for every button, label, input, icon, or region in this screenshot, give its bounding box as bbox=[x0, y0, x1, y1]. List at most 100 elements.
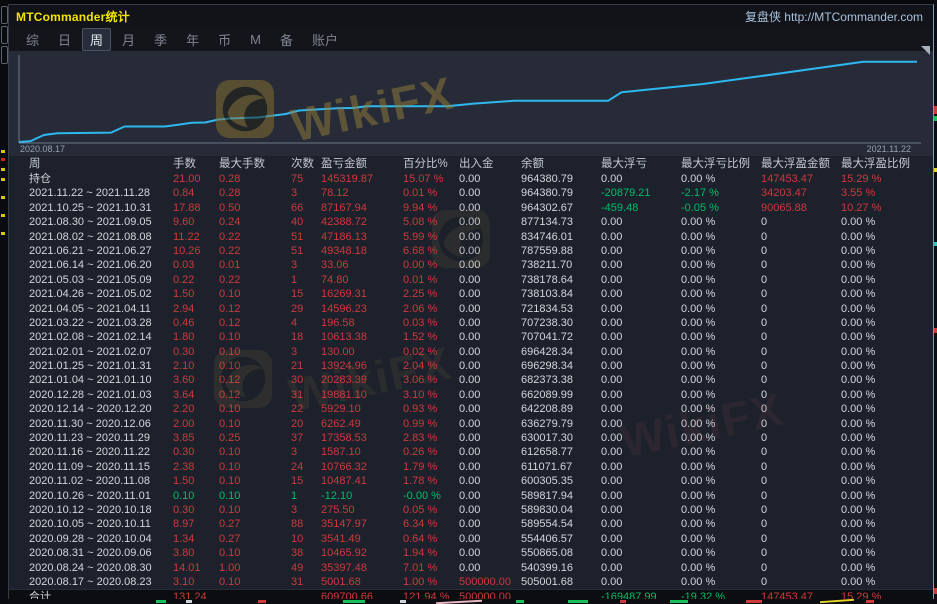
column-header-deposit-withdrawal[interactable]: 出入金 bbox=[459, 156, 521, 172]
tab-2[interactable]: 周 bbox=[82, 28, 111, 51]
cell-percent: 0.93 % bbox=[403, 402, 459, 416]
tab-5[interactable]: 年 bbox=[178, 28, 207, 51]
cell-percent: 0.26 % bbox=[403, 445, 459, 459]
tab-1[interactable]: 日 bbox=[50, 28, 79, 51]
table-row[interactable]: 2021.01.04 ~ 2021.01.103.600.123020283.3… bbox=[9, 373, 933, 387]
cell-max-float-loss: 0.00 bbox=[601, 258, 681, 272]
cell-deposit-withdrawal: 0.00 bbox=[459, 474, 521, 488]
table-row[interactable]: 2020.10.05 ~ 2020.10.118.970.278835147.9… bbox=[9, 517, 933, 531]
cell-percent: 6.34 % bbox=[403, 517, 459, 531]
column-header-max-float-loss[interactable]: 最大浮亏 bbox=[601, 156, 681, 172]
column-header-max-float-profit-pct[interactable]: 最大浮盈比例 bbox=[841, 156, 933, 172]
cell-max-float-profit: 0 bbox=[761, 417, 841, 431]
cell-max-lots: 0.10 bbox=[219, 460, 291, 474]
tab-6[interactable]: 币 bbox=[210, 28, 239, 51]
table-row[interactable]: 2021.05.03 ~ 2021.05.090.220.22174.800.0… bbox=[9, 273, 933, 287]
cell-lots: 2.38 bbox=[173, 460, 219, 474]
table-row[interactable]: 2021.08.30 ~ 2021.09.059.600.244042388.7… bbox=[9, 215, 933, 229]
cell-count: 20 bbox=[291, 417, 321, 431]
table-row[interactable]: 2021.04.05 ~ 2021.04.112.940.122914596.2… bbox=[9, 302, 933, 316]
column-header-lots[interactable]: 手数 bbox=[173, 156, 219, 172]
cell-lots: 17.88 bbox=[173, 201, 219, 215]
cell-max-float-loss-pct: 0.00 % bbox=[681, 503, 761, 517]
cell-max-float-profit: 0 bbox=[761, 273, 841, 287]
table-row[interactable]: 2020.12.14 ~ 2020.12.202.200.10225929.10… bbox=[9, 402, 933, 416]
tab-8[interactable]: 备 bbox=[272, 28, 301, 51]
table-row[interactable]: 2020.11.02 ~ 2020.11.081.500.101510487.4… bbox=[9, 474, 933, 488]
cell-period: 2020.10.26 ~ 2020.11.01 bbox=[9, 489, 173, 503]
cell-deposit-withdrawal: 0.00 bbox=[459, 561, 521, 575]
table-row[interactable]: 2020.11.09 ~ 2020.11.152.380.102410766.3… bbox=[9, 460, 933, 474]
cell-lots: 8.97 bbox=[173, 517, 219, 531]
cell-max-float-loss: 0.00 bbox=[601, 460, 681, 474]
cell-pl-amount: 74.80 bbox=[321, 273, 403, 287]
tab-4[interactable]: 季 bbox=[146, 28, 175, 51]
cell-count: 3 bbox=[291, 345, 321, 359]
table-row[interactable]: 2021.10.25 ~ 2021.10.3117.880.506687167.… bbox=[9, 201, 933, 215]
cell-max-lots: 0.27 bbox=[219, 532, 291, 546]
cell-max-float-loss-pct: 0.00 % bbox=[681, 273, 761, 287]
cell-pl-amount: 33.06 bbox=[321, 258, 403, 272]
cell-max-float-loss-pct: 0.00 % bbox=[681, 474, 761, 488]
cell-max-lots: 0.25 bbox=[219, 431, 291, 445]
column-header-max-lots[interactable]: 最大手数 bbox=[219, 156, 291, 172]
table-row[interactable]: 2021.02.01 ~ 2021.02.070.300.103130.000.… bbox=[9, 345, 933, 359]
cell-pl-amount: 10613.38 bbox=[321, 330, 403, 344]
tab-7[interactable]: M bbox=[242, 30, 269, 49]
cell-max-lots: 0.22 bbox=[219, 244, 291, 258]
column-header-period[interactable]: 周 bbox=[9, 156, 173, 172]
table-row[interactable]: 2021.03.22 ~ 2021.03.280.460.124196.580.… bbox=[9, 316, 933, 330]
cell-max-float-loss: 0.00 bbox=[601, 215, 681, 229]
resize-handle-icon[interactable] bbox=[921, 46, 930, 55]
column-header-balance[interactable]: 余额 bbox=[521, 156, 601, 172]
brand-link[interactable]: 复盘侠 http://MTCommander.com bbox=[745, 8, 923, 25]
table-row[interactable]: 2021.04.26 ~ 2021.05.021.500.101516269.3… bbox=[9, 287, 933, 301]
table-row[interactable]: 2021.11.22 ~ 2021.11.280.840.28378.120.0… bbox=[9, 186, 933, 200]
table-row[interactable]: 2020.08.31 ~ 2020.09.063.800.103810465.9… bbox=[9, 546, 933, 560]
cell-deposit-withdrawal: 0.00 bbox=[459, 287, 521, 301]
cell-max-float-loss-pct: 0.00 % bbox=[681, 302, 761, 316]
table-row[interactable]: 2020.10.12 ~ 2020.10.180.300.103275.500.… bbox=[9, 503, 933, 517]
cell-max-float-loss: 0.00 bbox=[601, 575, 681, 589]
cell-max-float-profit: 0 bbox=[761, 532, 841, 546]
table-row[interactable]: 2020.08.24 ~ 2020.08.3014.011.004935397.… bbox=[9, 561, 933, 575]
column-header-percent[interactable]: 百分比% bbox=[403, 156, 459, 172]
cell-count: 31 bbox=[291, 575, 321, 589]
table-row[interactable]: 2020.08.17 ~ 2020.08.233.100.10315001.68… bbox=[9, 575, 933, 589]
table-row[interactable]: 2020.10.26 ~ 2020.11.010.100.101-12.10-0… bbox=[9, 489, 933, 503]
table-row[interactable]: 2021.06.14 ~ 2021.06.200.030.01333.060.0… bbox=[9, 258, 933, 272]
cell-balance: 964302.67 bbox=[521, 201, 601, 215]
tab-0[interactable]: 综 bbox=[18, 28, 47, 51]
table-row[interactable]: 2021.01.25 ~ 2021.01.312.100.102113924.9… bbox=[9, 359, 933, 373]
cell-deposit-withdrawal: 0.00 bbox=[459, 244, 521, 258]
cell-balance: 662089.99 bbox=[521, 388, 601, 402]
column-header-max-float-profit[interactable]: 最大浮盈金额 bbox=[761, 156, 841, 172]
column-header-pl-amount[interactable]: 盈亏金额 bbox=[321, 156, 403, 172]
table-row[interactable]: 持仓21.000.2875145319.8715.07 %0.00964380.… bbox=[9, 172, 933, 186]
cell-count: 40 bbox=[291, 215, 321, 229]
table-row[interactable]: 2020.09.28 ~ 2020.10.041.340.27103541.49… bbox=[9, 532, 933, 546]
column-header-count[interactable]: 次数 bbox=[291, 156, 321, 172]
cell-lots: 2.20 bbox=[173, 402, 219, 416]
cell-period: 2021.04.26 ~ 2021.05.02 bbox=[9, 287, 173, 301]
tab-3[interactable]: 月 bbox=[114, 28, 143, 51]
cell-max-float-profit-pct: 0.00 % bbox=[841, 517, 933, 531]
tab-9[interactable]: 账户 bbox=[304, 28, 346, 51]
cell-pl-amount: 275.50 bbox=[321, 503, 403, 517]
cell-max-float-profit: 0 bbox=[761, 373, 841, 387]
cell-max-float-loss-pct: 0.00 % bbox=[681, 258, 761, 272]
cell-balance: 738103.84 bbox=[521, 287, 601, 301]
table-row[interactable]: 2021.06.21 ~ 2021.06.2710.260.225149348.… bbox=[9, 244, 933, 258]
table-row[interactable]: 2020.12.28 ~ 2021.01.033.640.123119881.1… bbox=[9, 388, 933, 402]
column-header-max-float-loss-pct[interactable]: 最大浮亏比例 bbox=[681, 156, 761, 172]
table-row[interactable]: 2021.08.02 ~ 2021.08.0811.220.225147186.… bbox=[9, 230, 933, 244]
cell-max-lots: 0.10 bbox=[219, 402, 291, 416]
cell-count: 75 bbox=[291, 172, 321, 186]
table-row[interactable]: 2020.11.23 ~ 2020.11.293.850.253717358.5… bbox=[9, 431, 933, 445]
table-row[interactable]: 2020.11.30 ~ 2020.12.062.000.10206262.49… bbox=[9, 417, 933, 431]
cell-max-float-loss-pct: 0.00 % bbox=[681, 402, 761, 416]
screen: MTCommander统计 复盘侠 http://MTCommander.com… bbox=[0, 0, 937, 604]
table-row[interactable]: 2021.02.08 ~ 2021.02.141.800.101810613.3… bbox=[9, 330, 933, 344]
cell-max-float-loss-pct: 0.00 % bbox=[681, 532, 761, 546]
table-row[interactable]: 2020.11.16 ~ 2020.11.220.300.1031587.100… bbox=[9, 445, 933, 459]
